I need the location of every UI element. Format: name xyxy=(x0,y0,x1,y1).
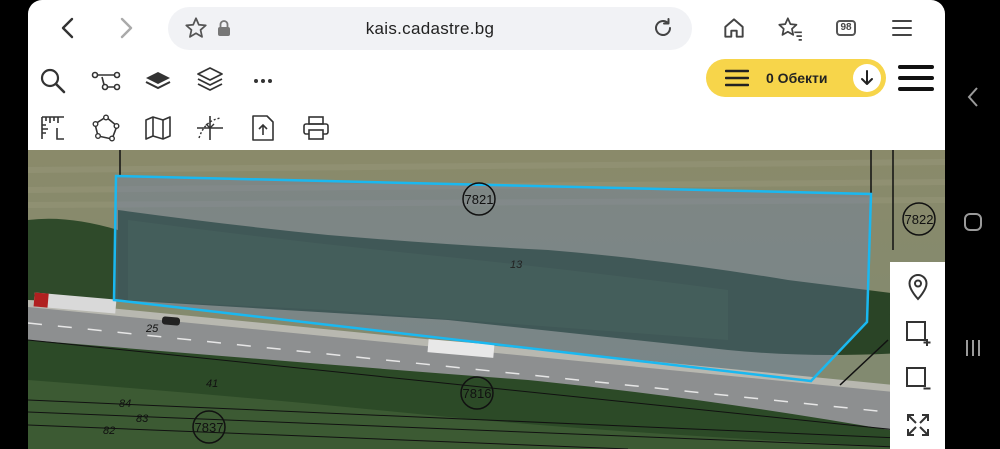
select-area-remove-icon[interactable] xyxy=(890,356,945,402)
list-icon xyxy=(720,63,754,93)
search-icon[interactable] xyxy=(36,66,70,96)
address-bar[interactable]: kais.cadastre.bg xyxy=(168,7,692,50)
back-icon[interactable] xyxy=(52,12,84,44)
reload-icon[interactable] xyxy=(647,12,679,44)
parcel-label-7816: 7816 xyxy=(463,386,492,401)
download-icon[interactable] xyxy=(853,64,881,92)
small-label: 25 xyxy=(145,323,159,335)
system-back-icon[interactable] xyxy=(957,81,989,113)
satellite-map: 7821 7822 7816 7837 13 25 41 84 83 82 xyxy=(28,150,945,449)
parcel-label-7822: 7822 xyxy=(905,212,934,227)
layers-icon[interactable] xyxy=(141,66,175,96)
system-navigation xyxy=(945,0,1000,449)
tab-count: 98 xyxy=(836,20,856,36)
small-label: 84 xyxy=(119,398,131,410)
map-view[interactable]: 7821 7822 7816 7837 13 25 41 84 83 82 xyxy=(28,150,945,449)
small-label: 83 xyxy=(136,413,149,425)
main-menu-icon[interactable] xyxy=(896,63,936,93)
forward-icon[interactable] xyxy=(110,12,142,44)
fullscreen-icon[interactable] xyxy=(890,402,945,448)
map-icon[interactable] xyxy=(141,113,175,143)
parcel-label-7837: 7837 xyxy=(195,420,224,435)
coordinates-icon[interactable] xyxy=(193,113,227,143)
ruler-icon[interactable] xyxy=(36,113,70,143)
parcel-label-7821: 7821 xyxy=(465,192,494,207)
location-pin-icon[interactable] xyxy=(890,264,945,310)
layers-outline-icon[interactable] xyxy=(193,64,227,94)
screen: kais.cadastre.bg 98 0 Обекти 7821 7822 7… xyxy=(0,0,1000,449)
tabs-icon[interactable]: 98 xyxy=(830,12,862,44)
small-label: 41 xyxy=(206,378,218,390)
print-icon[interactable] xyxy=(299,113,333,143)
upload-file-icon[interactable] xyxy=(246,113,280,143)
small-label: 13 xyxy=(510,259,523,271)
polygon-icon[interactable] xyxy=(89,113,123,143)
home-icon[interactable] xyxy=(718,12,750,44)
map-side-controls xyxy=(890,262,945,449)
system-recents-icon[interactable] xyxy=(957,332,989,364)
route-icon[interactable] xyxy=(89,66,123,96)
select-area-add-icon[interactable] xyxy=(890,310,945,356)
url-text: kais.cadastre.bg xyxy=(365,19,495,38)
objects-button[interactable]: 0 Обекти xyxy=(706,59,886,97)
system-home-icon[interactable] xyxy=(957,206,989,238)
browser-menu-icon[interactable] xyxy=(886,12,918,44)
bookmarks-icon[interactable] xyxy=(774,12,806,44)
more-icon[interactable] xyxy=(246,66,280,96)
objects-count-label: 0 Обекти xyxy=(766,70,828,86)
small-label: 82 xyxy=(103,425,115,437)
browser-bar: kais.cadastre.bg 98 xyxy=(28,0,945,56)
map-toolbar: 0 Обекти xyxy=(28,56,945,150)
